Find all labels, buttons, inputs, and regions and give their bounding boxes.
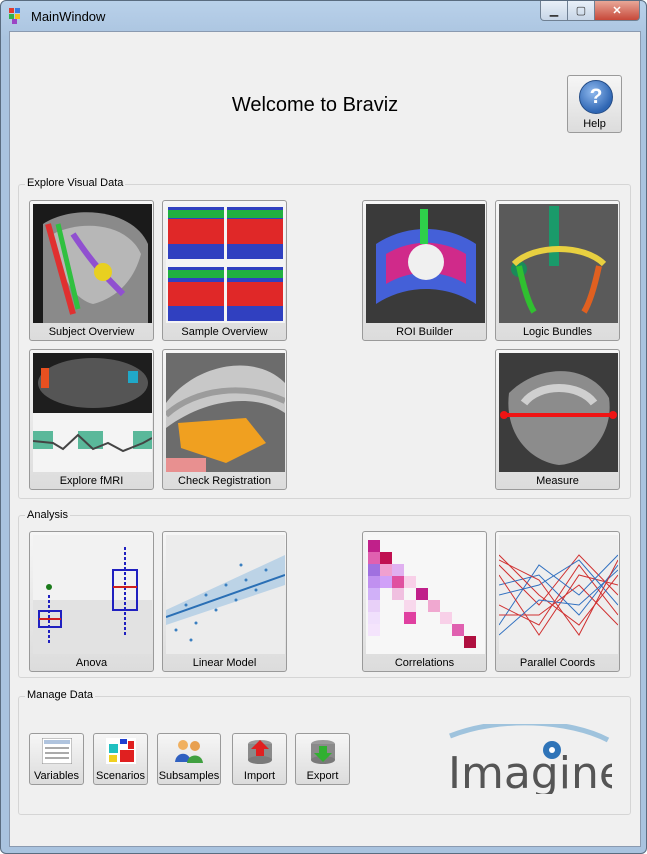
registration-icon xyxy=(166,353,285,472)
measure-icon xyxy=(499,353,618,472)
correlations-button[interactable]: Correlations xyxy=(362,531,487,672)
minimize-button[interactable]: ▁ xyxy=(540,1,568,21)
check-registration-label: Check Registration xyxy=(178,475,271,487)
variables-icon xyxy=(41,737,73,765)
help-icon: ? xyxy=(579,80,613,114)
help-button[interactable]: ? Help xyxy=(567,75,622,133)
variables-label: Variables xyxy=(33,770,80,782)
welcome-title: Welcome to Braviz xyxy=(231,94,399,116)
parallel-coords-icon xyxy=(499,535,618,654)
scenarios-icon xyxy=(106,738,136,764)
subsamples-button[interactable]: Subsamples xyxy=(157,733,221,785)
parallel-coords-button[interactable]: Parallel Coords xyxy=(495,531,620,672)
parallel-coords-label: Parallel Coords xyxy=(519,657,596,669)
logic-bundles-icon xyxy=(499,204,618,323)
app-icon xyxy=(9,8,25,24)
title-bar[interactable]: MainWindow ▁ ▢ ✕ xyxy=(1,1,646,31)
scatter-regression-icon xyxy=(166,535,285,654)
scenarios-label: Scenarios xyxy=(96,770,145,782)
correlations-label: Correlations xyxy=(394,657,455,669)
help-label: Help xyxy=(583,118,606,130)
roi-builder-label: ROI Builder xyxy=(396,326,453,338)
boxplot-icon xyxy=(33,535,152,654)
variables-button[interactable]: Variables xyxy=(29,733,84,785)
export-button[interactable]: Export xyxy=(295,733,350,785)
analysis-title: Analysis xyxy=(25,509,70,521)
window-title: MainWindow xyxy=(31,9,106,24)
export-label: Export xyxy=(306,770,339,782)
import-label: Import xyxy=(243,770,276,782)
roi-builder-button[interactable]: ROI Builder xyxy=(362,200,487,341)
main-window: MainWindow ▁ ▢ ✕ Welcome to Braviz ? Hel… xyxy=(0,0,647,854)
imagine-logo: Imagine xyxy=(440,720,626,799)
check-registration-button[interactable]: Check Registration xyxy=(162,349,287,490)
sample-overview-button[interactable]: Sample Overview xyxy=(162,200,287,341)
measure-label: Measure xyxy=(536,475,579,487)
linear-model-button[interactable]: Linear Model xyxy=(162,531,287,672)
scenarios-button[interactable]: Scenarios xyxy=(93,733,148,785)
explore-fmri-button[interactable]: Explore fMRI xyxy=(29,349,154,490)
client-area: Welcome to Braviz ? Help Explore Visual … xyxy=(9,31,641,847)
measure-button[interactable]: Measure xyxy=(495,349,620,490)
import-button[interactable]: Import xyxy=(232,733,287,785)
anova-button[interactable]: Anova xyxy=(29,531,154,672)
database-import-icon xyxy=(245,738,275,764)
sample-overview-label: Sample Overview xyxy=(181,326,268,338)
sample-grid-icon xyxy=(166,204,285,323)
manage-title: Manage Data xyxy=(25,689,96,701)
close-button[interactable]: ✕ xyxy=(595,1,640,21)
subject-overview-label: Subject Overview xyxy=(48,326,135,338)
linear-model-label: Linear Model xyxy=(192,657,257,669)
explore-fmri-label: Explore fMRI xyxy=(59,475,124,487)
correlation-matrix-icon xyxy=(366,535,485,654)
users-icon xyxy=(174,738,204,764)
database-export-icon xyxy=(308,738,338,764)
logic-bundles-label: Logic Bundles xyxy=(522,326,593,338)
subsamples-label: Subsamples xyxy=(158,770,220,782)
brain-tracts-icon xyxy=(33,204,152,323)
anova-label: Anova xyxy=(75,657,108,669)
fmri-icon xyxy=(33,353,152,472)
svg-text:Imagine: Imagine xyxy=(448,748,612,794)
roi-sphere-icon xyxy=(366,204,485,323)
explore-title: Explore Visual Data xyxy=(25,177,126,189)
logic-bundles-button[interactable]: Logic Bundles xyxy=(495,200,620,341)
subject-overview-button[interactable]: Subject Overview xyxy=(29,200,154,341)
maximize-button[interactable]: ▢ xyxy=(568,1,595,21)
